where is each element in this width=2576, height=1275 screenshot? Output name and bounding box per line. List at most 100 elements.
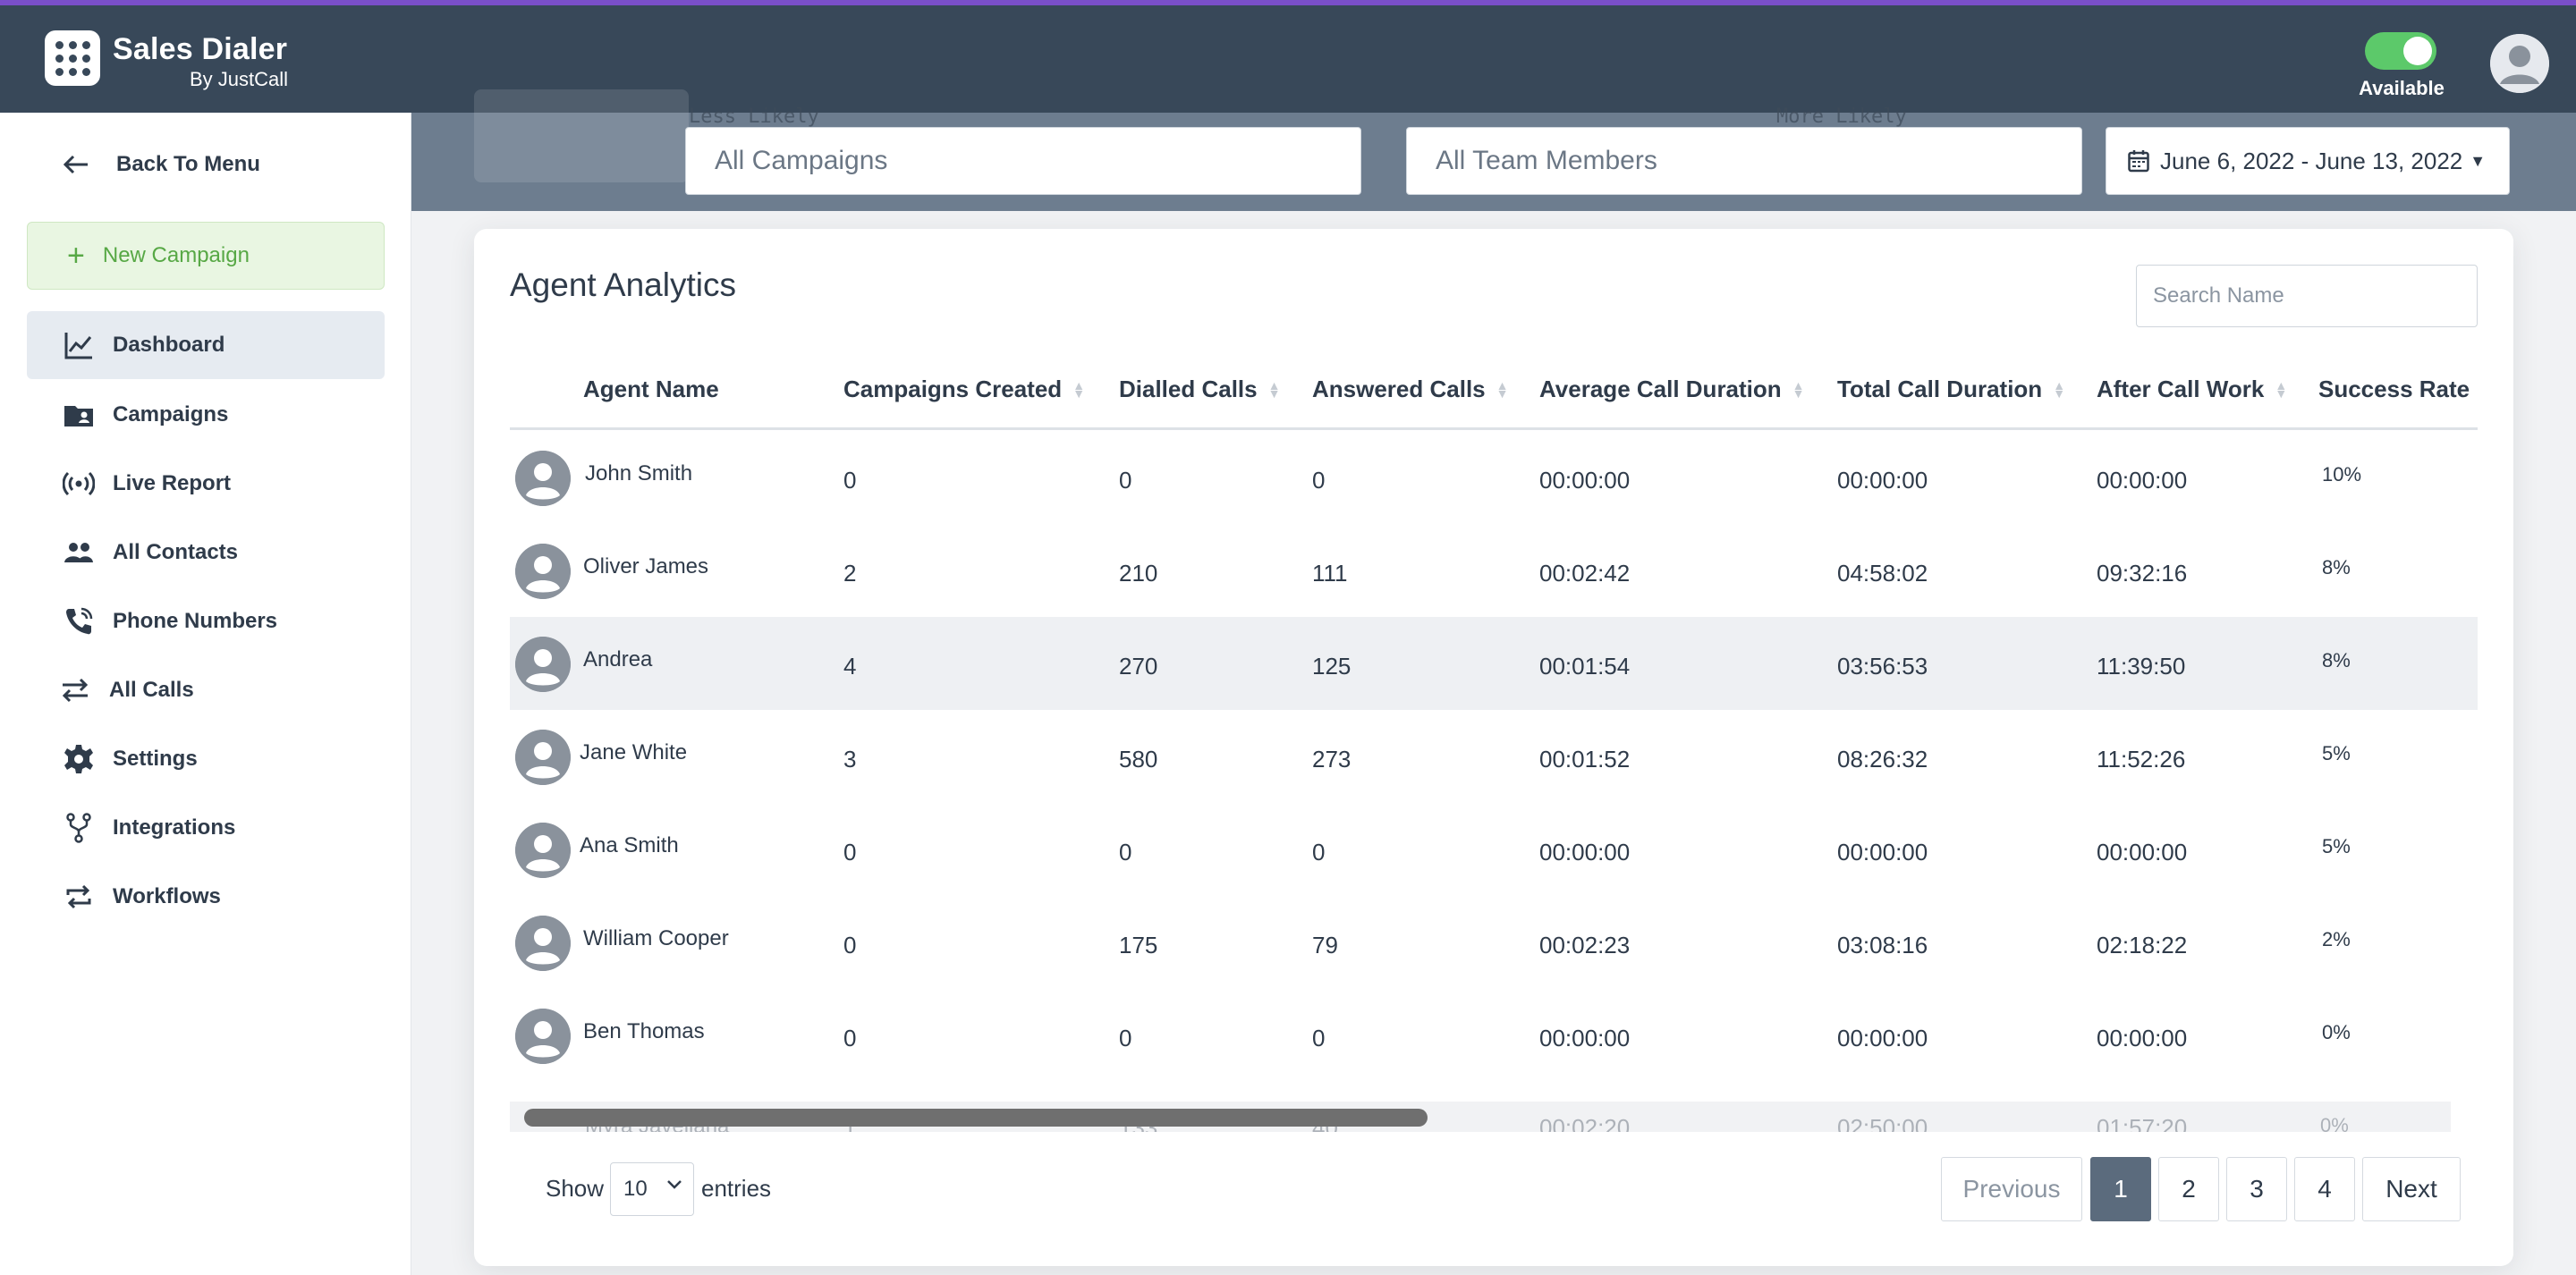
likelihood-label-high: More Likely <box>1776 106 1907 128</box>
sidebar-item-label: Live Report <box>113 471 232 495</box>
success-rate-cell: 5% <box>2322 742 2351 764</box>
user-avatar-icon[interactable] <box>2490 34 2549 93</box>
fork-icon <box>66 813 91 843</box>
agent-name-cell: William Cooper <box>583 926 729 950</box>
avg-duration-cell: 00:01:54 <box>1539 653 1631 680</box>
answered-cell: 0 <box>1312 839 1326 865</box>
total-duration-cell: 08:26:32 <box>1837 746 1928 773</box>
after-call-work-cell: 02:18:22 <box>2097 932 2188 958</box>
dialled-cell: 0 <box>1119 839 1132 865</box>
sidebar-item-workflows[interactable]: Workflows <box>27 863 385 931</box>
sidebar-item-label: All Calls <box>109 678 194 702</box>
sidebar-item-label: Integrations <box>113 815 236 840</box>
team-member-filter-select[interactable]: All Team Members <box>1406 127 2082 195</box>
column-header-dialled-calls[interactable]: Dialled Calls ▲ ▼ <box>1119 376 1280 403</box>
agent-analytics-title: Agent Analytics <box>510 266 736 303</box>
page-button-2[interactable]: 2 <box>2158 1157 2219 1221</box>
answered-cell: 0 <box>1312 1025 1326 1051</box>
success-rate-cell: 8% <box>2322 649 2351 671</box>
column-header-success-rate[interactable]: Success Rate <box>2318 376 2470 403</box>
total-duration-cell: 03:08:16 <box>1837 932 1928 958</box>
previous-page-button[interactable]: Previous <box>1941 1157 2082 1221</box>
sidebar-item-label: Campaigns <box>113 402 229 426</box>
agent-name-cell: Ana Smith <box>580 833 679 857</box>
campaigns-cell: 0 <box>843 839 857 865</box>
campaigns-cell: 0 <box>843 932 857 958</box>
search-name-input[interactable] <box>2136 265 2478 327</box>
next-page-button[interactable]: Next <box>2362 1157 2461 1221</box>
sidebar-item-integrations[interactable]: Integrations <box>27 794 385 862</box>
brand-title: Sales Dialer <box>113 32 288 66</box>
campaigns-cell: 3 <box>843 746 857 773</box>
back-to-menu-label: Back To Menu <box>116 152 260 176</box>
entries-per-page-value: 10 <box>623 1177 648 1201</box>
success-rate-cell: 0% <box>2322 1021 2351 1043</box>
people-icon <box>64 543 93 562</box>
date-range-picker[interactable]: June 6, 2022 - June 13, 2022 ▼ <box>2106 127 2510 195</box>
after-call-work-cell: 00:00:00 <box>2097 839 2188 865</box>
page-button-1[interactable]: 1 <box>2090 1157 2151 1221</box>
repeat-icon <box>66 884 91 909</box>
success-rate-cell: 2% <box>2322 928 2351 950</box>
sidebar-item-live-report[interactable]: Live Report <box>27 450 385 518</box>
date-range-value: June 6, 2022 - June 13, 2022 <box>2160 147 2463 174</box>
avg-duration-cell: 00:01:52 <box>1539 746 1631 773</box>
agent-avatar-icon <box>515 1009 571 1064</box>
sort-icon: ▲ ▼ <box>1267 378 1281 401</box>
arrow-left-icon <box>63 155 88 174</box>
sidebar-item-settings[interactable]: Settings <box>27 725 385 793</box>
column-header-campaigns-created[interactable]: Campaigns Created ▲ ▼ <box>843 376 1085 403</box>
team-member-filter-value: All Team Members <box>1436 146 1657 175</box>
agent-avatar-icon <box>515 451 571 506</box>
campaign-filter-value: All Campaigns <box>715 146 888 175</box>
column-header-label: Answered Calls <box>1312 376 1486 402</box>
sidebar-item-label: Workflows <box>113 884 221 908</box>
sort-icon: ▲ ▼ <box>1792 378 1805 401</box>
column-header-label: Dialled Calls <box>1119 376 1258 402</box>
column-header-after-call-work[interactable]: After Call Work ▲ ▼ <box>2097 376 2287 403</box>
column-header-agent-name[interactable]: Agent Name <box>583 376 719 403</box>
sidebar-item-label: Phone Numbers <box>113 609 278 633</box>
total-duration-cell: 00:00:00 <box>1837 839 1928 865</box>
campaign-filter-select[interactable]: All Campaigns <box>685 127 1361 195</box>
sidebar-item-campaigns[interactable]: Campaigns <box>27 381 385 449</box>
answered-cell: 111 <box>1312 560 1348 587</box>
entries-per-page-select[interactable]: 10 <box>610 1162 694 1216</box>
sidebar-item-phone-numbers[interactable]: Phone Numbers <box>27 587 385 655</box>
dialled-cell: 580 <box>1119 746 1158 773</box>
new-campaign-button[interactable]: + New Campaign <box>27 222 385 290</box>
agent-name-cell: Andrea <box>583 647 653 671</box>
agent-avatar-icon <box>515 823 571 878</box>
column-header-answered-calls[interactable]: Answered Calls ▲ ▼ <box>1312 376 1509 403</box>
sidebar: Back To Menu + New Campaign Dashboard Ca… <box>0 113 411 1275</box>
column-header-label: Success Rate <box>2318 376 2470 402</box>
campaigns-cell: 0 <box>843 467 857 494</box>
column-header-total-call-duration[interactable]: Total Call Duration ▲ ▼ <box>1837 376 2065 403</box>
table-header-divider <box>510 427 2478 430</box>
sidebar-item-all-calls[interactable]: All Calls <box>27 656 385 724</box>
background-card <box>474 89 689 182</box>
total-duration-cell: 00:00:00 <box>1837 467 1928 494</box>
sort-icon: ▲ ▼ <box>1496 378 1509 401</box>
sidebar-item-all-contacts[interactable]: All Contacts <box>27 519 385 587</box>
dialpad-logo-icon[interactable] <box>45 30 100 86</box>
sidebar-item-dashboard[interactable]: Dashboard <box>27 311 385 379</box>
show-label: Show <box>546 1175 605 1202</box>
plus-icon: + <box>67 239 85 273</box>
after-call-work-cell: 09:32:16 <box>2097 560 2188 587</box>
page-button-4[interactable]: 4 <box>2294 1157 2355 1221</box>
campaigns-cell: 4 <box>843 653 857 680</box>
horizontal-scrollbar-thumb[interactable] <box>524 1109 1428 1127</box>
success-rate-cell: 8% <box>2322 556 2351 578</box>
back-to-menu-link[interactable]: Back To Menu <box>63 152 260 177</box>
page-button-3[interactable]: 3 <box>2226 1157 2287 1221</box>
total-duration-cell: 00:00:00 <box>1837 1025 1928 1051</box>
availability-toggle[interactable] <box>2365 32 2436 70</box>
column-header-average-call-duration[interactable]: Average Call Duration ▲ ▼ <box>1539 376 1805 403</box>
answered-cell: 0 <box>1312 467 1326 494</box>
sort-icon: ▲ ▼ <box>2275 378 2288 401</box>
success-rate-cell: 0% <box>2320 1114 2349 1132</box>
after-call-work-cell: 00:00:00 <box>2097 1025 2188 1051</box>
after-call-work-cell: 00:00:00 <box>2097 467 2188 494</box>
after-call-work-cell: 01:57:20 <box>2097 1114 2188 1132</box>
